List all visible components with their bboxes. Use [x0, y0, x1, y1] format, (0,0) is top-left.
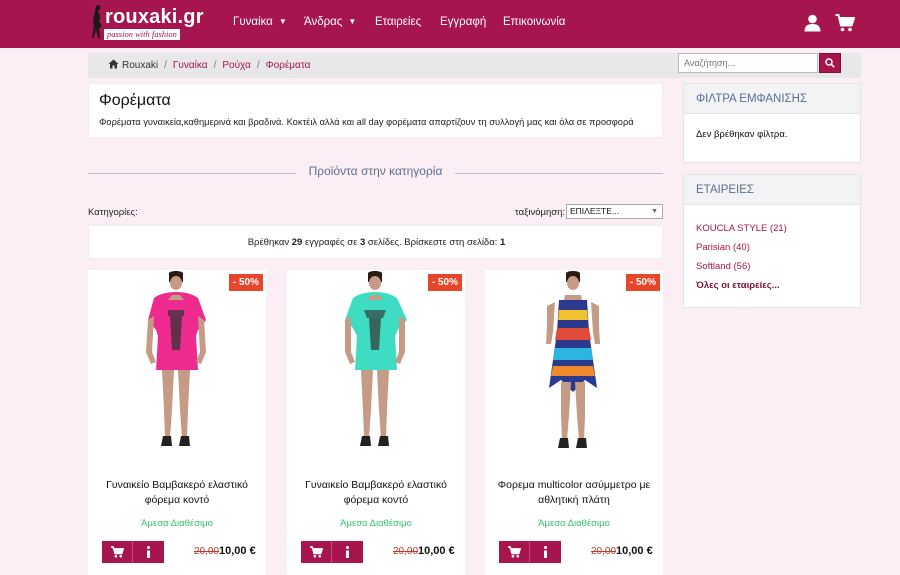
breadcrumb-separator: /	[164, 60, 167, 71]
filters-panel-title: ΦΙΛΤΡΑ ΕΜΦΑΝΙΣΗΣ	[696, 93, 808, 105]
product-image[interactable]	[485, 270, 663, 460]
add-to-cart-button[interactable]	[301, 541, 332, 563]
availability-status: Άμεσα Διαθέσιμο	[340, 518, 412, 529]
results-suffix: σελίδες. Βρίσκεστε στη σελίδα:	[367, 237, 498, 248]
current-price: 10,00 €	[219, 545, 256, 557]
sort-select[interactable]: ΕΠΙΛΕΞΤΕ... ▼	[566, 204, 663, 219]
info-icon	[147, 546, 150, 558]
brand-link-softland[interactable]: Softland (56)	[696, 261, 750, 272]
top-navbar: rouxaki.gr passion with fashion Γυναίκα ▼…	[0, 0, 900, 48]
search-input[interactable]	[678, 53, 818, 73]
product-info-button[interactable]	[530, 541, 561, 563]
logo-brand-text: rouxaki.gr	[105, 6, 204, 28]
results-count: 29	[291, 237, 303, 248]
results-current-page: 1	[500, 237, 506, 248]
product-info-button[interactable]	[133, 541, 164, 563]
all-brands-link[interactable]: Όλες οι εταιρείες...	[696, 280, 780, 291]
breadcrumb-home[interactable]: Rouxaki	[122, 60, 158, 71]
product-card[interactable]: - 50% Φορεμα multicolor ασύμμετρο με αθλ…	[485, 270, 663, 575]
brands-panel: ΕΤΑΙΡΕΙΕΣ KOUCLA STYLE (21) Parisian (40…	[683, 174, 861, 308]
info-icon	[544, 546, 547, 558]
nav-item-contact[interactable]: Επικοινωνία	[503, 16, 565, 28]
product-card[interactable]: - 50% Γυναικείο Βαμβακερό ελαστικό φόρεμ…	[88, 270, 266, 575]
add-to-cart-button[interactable]	[102, 541, 133, 563]
product-name[interactable]: Γυναικείο Βαμβακερό ελαστικό φόρεμα κοντ…	[295, 478, 457, 508]
logo-silhouette-icon	[92, 5, 102, 38]
sort-select-value: ΕΠΙΛΕΞΤΕ...	[570, 206, 619, 216]
filters-empty-message: Δεν βρέθηκαν φίλτρα.	[696, 129, 788, 140]
discount-badge: - 50%	[427, 274, 462, 291]
brand-link-parisian[interactable]: Parisian (40)	[696, 242, 750, 253]
nav-item-brands[interactable]: Εταιρείες	[375, 16, 421, 28]
results-middle: εγγραφές σε	[304, 237, 358, 248]
categories-label: Κατηγορίες:	[88, 207, 138, 218]
search-icon	[825, 58, 835, 68]
product-image[interactable]	[287, 270, 465, 460]
discount-badge: - 50%	[625, 274, 660, 291]
discount-badge: - 50%	[228, 274, 263, 291]
chevron-down-icon: ▼	[348, 17, 357, 26]
info-icon	[346, 546, 349, 558]
user-icon[interactable]	[804, 14, 821, 32]
current-price: 10,00 €	[418, 545, 455, 557]
category-description: Φορέματα γυναικεία,καθημερινά και βραδιν…	[99, 117, 634, 127]
breadcrumb-separator: /	[256, 60, 260, 71]
filters-panel-header: ΦΙΛΤΡΑ ΕΜΦΑΝΙΣΗΣ	[684, 84, 860, 114]
current-price: 10,00 €	[616, 545, 653, 557]
section-title-text: Προϊόντα στην κατηγορία	[308, 164, 443, 178]
breadcrumb-separator: /	[213, 60, 217, 71]
brands-panel-title: ΕΤΑΙΡΕΙΕΣ	[696, 184, 755, 196]
category-header: Φορέματα Φορέματα γυναικεία,καθημερινά κ…	[88, 83, 663, 138]
cart-icon[interactable]	[835, 14, 855, 32]
availability-status: Άμεσα Διαθέσιμο	[141, 518, 213, 529]
product-image[interactable]	[88, 270, 266, 460]
sort-label: ταξινόμηση:	[515, 207, 566, 218]
nav-label: Εγγραφή	[440, 16, 487, 28]
breadcrumb-item-women[interactable]: Γυναίκα	[173, 60, 208, 71]
search-button[interactable]	[819, 53, 841, 73]
logo-tagline: passion with fashion	[104, 29, 180, 40]
nav-label: Επικοινωνία	[503, 16, 566, 28]
old-price: 20,00	[393, 546, 419, 557]
brands-panel-header: ΕΤΑΙΡΕΙΕΣ	[684, 175, 860, 205]
product-name[interactable]: Γυναικείο Βαμβακερό ελαστικό φόρεμα κοντ…	[96, 478, 258, 508]
product-card[interactable]: - 50% Γυναικείο Βαμβακερό ελαστικό φόρεμ…	[287, 270, 465, 575]
filters-panel: ΦΙΛΤΡΑ ΕΜΦΑΝΙΣΗΣ Δεν βρέθηκαν φίλτρα.	[683, 83, 861, 163]
breadcrumb-item-clothes[interactable]: Ρούχα	[222, 60, 250, 71]
nav-label: Γυναίκα	[233, 16, 273, 28]
results-text: Βρέθηκαν 29 εγγραφές σε 3 σελίδες. Βρίσκ…	[89, 237, 664, 248]
nav-label: Εταιρείες	[375, 16, 422, 28]
nav-item-register[interactable]: Εγγραφή	[440, 16, 486, 28]
chevron-down-icon: ▼	[278, 17, 287, 26]
home-icon[interactable]	[108, 59, 119, 69]
cart-icon	[111, 546, 124, 558]
cart-icon	[310, 546, 323, 558]
product-name[interactable]: Φορεμα multicolor ασύμμετρο με αθλητική …	[493, 478, 655, 508]
availability-status: Άμεσα Διαθέσιμο	[538, 518, 610, 529]
add-to-cart-button[interactable]	[499, 541, 530, 563]
results-prefix: Βρέθηκαν	[247, 237, 290, 248]
chevron-down-icon: ▼	[651, 208, 658, 215]
results-summary: Βρέθηκαν 29 εγγραφές σε 3 σελίδες. Βρίσκ…	[88, 225, 663, 259]
site-logo[interactable]: rouxaki.gr passion with fashion	[90, 4, 210, 40]
results-pages: 3	[359, 237, 366, 248]
product-info-button[interactable]	[332, 541, 363, 563]
cart-icon	[508, 546, 521, 558]
brand-link-koucla[interactable]: KOUCLA STYLE (21)	[696, 223, 787, 234]
nav-item-men[interactable]: Άνδρας ▼	[304, 16, 356, 28]
old-price: 20,00	[194, 546, 220, 557]
breadcrumb: Rouxaki / Γυναίκα / Ρούχα / Φορέματα	[108, 59, 310, 71]
old-price: 20,00	[591, 546, 617, 557]
breadcrumb-item-dresses[interactable]: Φορέματα	[266, 60, 311, 71]
nav-item-women[interactable]: Γυναίκα ▼	[233, 16, 287, 28]
breadcrumb-bar: Rouxaki / Γυναίκα / Ρούχα / Φορέματα	[88, 53, 861, 78]
search-box	[678, 53, 841, 73]
products-section-title: Προϊόντα στην κατηγορία	[88, 164, 663, 182]
page-title: Φορέματα	[99, 92, 171, 109]
nav-label: Άνδρας	[304, 16, 343, 28]
